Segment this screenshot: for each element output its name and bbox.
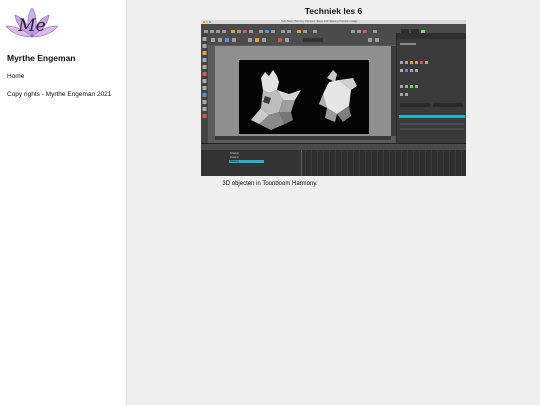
lotus-logo[interactable]: Me: [5, 6, 59, 40]
3d-models-render: [251, 70, 357, 130]
view-toolbar-icons: [211, 38, 379, 42]
sidebar: Me Myrthe Engeman Home Copy rights - Myr…: [0, 0, 127, 405]
page-title: Techniek les 6: [304, 6, 363, 16]
image-caption: 3D objecten in Toonboom Harmony.: [222, 181, 318, 187]
layer-row-selected[interactable]: Drawing: [229, 160, 264, 163]
nav-link-home[interactable]: Home: [7, 73, 24, 80]
tool-properties-icons: [400, 43, 464, 130]
camera-view[interactable]: [208, 33, 396, 143]
layer-row[interactable]: Drawing: [229, 156, 239, 159]
drawing-tools-icons: [202, 37, 207, 118]
playhead[interactable]: [301, 150, 302, 176]
site-name[interactable]: Myrthe Engeman: [7, 53, 76, 63]
view-toolbar: [208, 33, 396, 45]
copyright-text: Copy rights - Myrthe Engeman 2021: [7, 91, 112, 98]
timeline-frames[interactable]: [299, 150, 466, 176]
close-icon: [203, 21, 205, 23]
zoom-icon: [209, 21, 211, 23]
layer-list: Drawing Drawing Drawing: [201, 150, 299, 176]
toonboom-screenshot: Toon Boom Harmony Premium: Setup and Har…: [201, 20, 466, 176]
castle-model-icon: [251, 70, 301, 130]
horizontal-scrollbar[interactable]: [215, 136, 391, 140]
logo-monogram: Me: [17, 16, 45, 36]
selected-color-swatch[interactable]: [399, 115, 465, 118]
tools-strip: [201, 33, 208, 143]
minimize-icon: [206, 21, 208, 23]
stage-area: [215, 46, 391, 136]
camera-frame: [239, 60, 369, 134]
layer-name: Drawing: [230, 160, 239, 163]
timeline-panel: Drawing Drawing Drawing: [201, 143, 466, 176]
fruit-model-icon: [319, 70, 357, 122]
tool-properties-panel: [396, 33, 466, 143]
layer-name: Drawing: [230, 152, 239, 155]
layer-row[interactable]: Drawing: [229, 152, 239, 155]
layer-name: Drawing: [230, 156, 239, 159]
